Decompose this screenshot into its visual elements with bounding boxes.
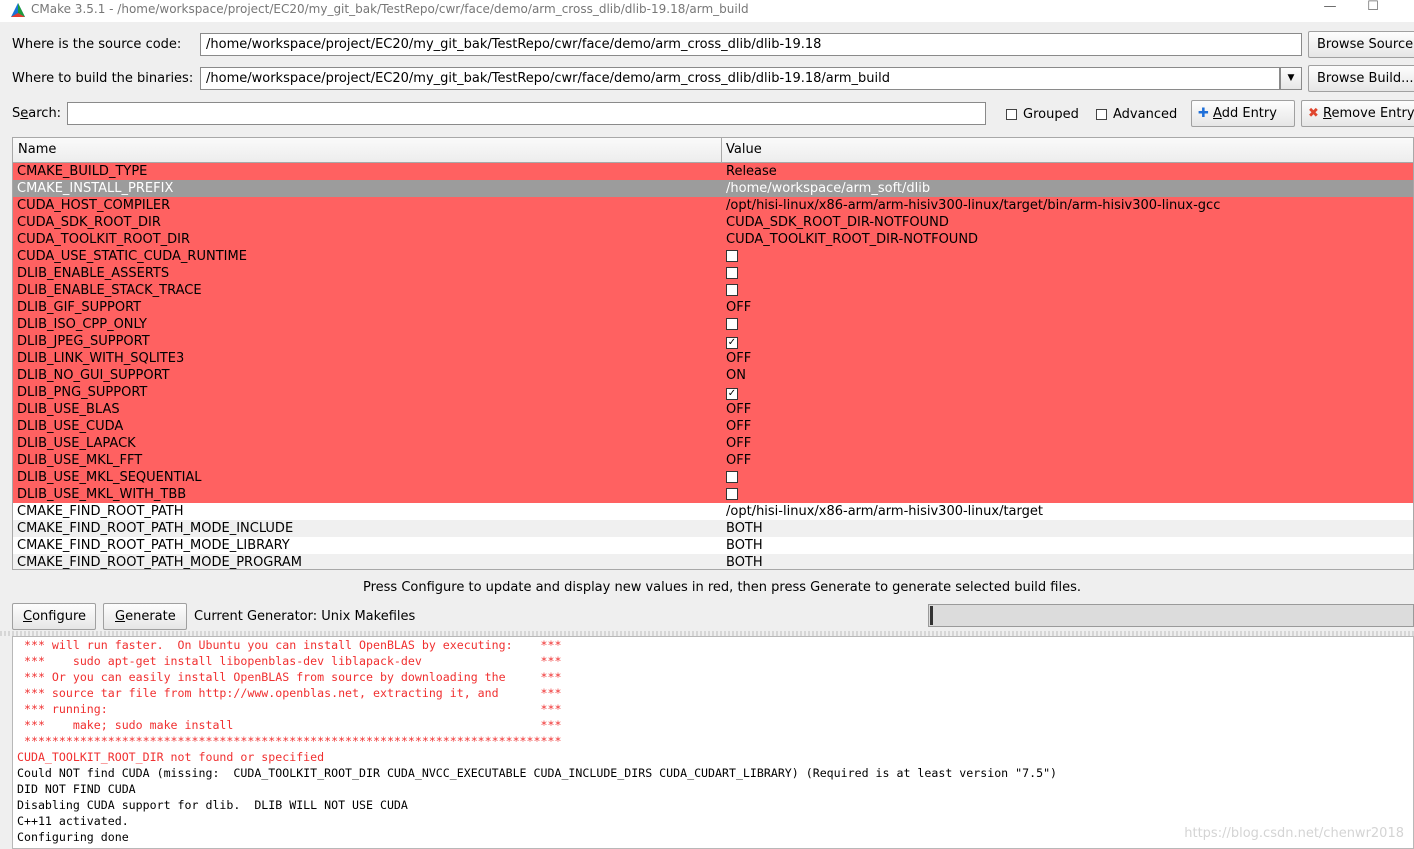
progress-indicator (930, 606, 933, 625)
table-header: Name Value (13, 138, 1413, 163)
log-line: DID NOT FIND CUDA (17, 782, 136, 796)
log-line: *** source tar file from http://www.open… (17, 686, 562, 700)
minimize-button[interactable]: — (1317, 0, 1343, 18)
table-row[interactable]: CMAKE_FIND_ROOT_PATH_MODE_LIBRARY BOTH (13, 537, 1413, 554)
table-row[interactable]: CUDA_HOST_COMPILER/opt/hisi-linux/x86-ar… (13, 197, 1413, 214)
table-row[interactable]: DLIB_JPEG_SUPPORT ✓ (13, 333, 1413, 350)
value-checkbox[interactable] (726, 250, 738, 262)
log-line: *** Or you can easily install OpenBLAS f… (17, 670, 562, 684)
table-row[interactable]: DLIB_LINK_WITH_SQLITE3 OFF (13, 350, 1413, 367)
watermark: https://blog.csdn.net/chenwr2018 (1184, 826, 1404, 841)
value-checkbox[interactable] (726, 267, 738, 279)
value-checkbox-checked[interactable]: ✓ (726, 337, 738, 349)
table-row[interactable]: DLIB_ENABLE_STACK_TRACE (13, 282, 1413, 299)
log-line: *** running: *** (17, 702, 562, 716)
build-path-dropdown-button[interactable]: ▼ (1280, 67, 1302, 90)
column-separator[interactable] (721, 138, 722, 162)
add-entry-button[interactable]: ✚ Add Entry (1191, 100, 1295, 127)
current-generator-label: Current Generator: Unix Makefiles (194, 609, 416, 624)
build-path-field[interactable]: /home/workspace/project/EC20/my_git_bak/… (200, 67, 1280, 90)
plus-icon: ✚ (1198, 106, 1209, 121)
value-checkbox-checked[interactable]: ✓ (726, 388, 738, 400)
table-row[interactable]: DLIB_GIF_SUPPORT OFF (13, 299, 1413, 316)
value-checkbox[interactable] (726, 471, 738, 483)
table-row[interactable]: DLIB_USE_BLAS OFF (13, 401, 1413, 418)
column-header-value[interactable]: Value (726, 142, 762, 157)
table-row[interactable]: DLIB_USE_CUDA OFF (13, 418, 1413, 435)
window-title: CMake 3.5.1 - /home/workspace/project/EC… (31, 2, 749, 16)
configure-hint-text: Press Configure to update and display ne… (362, 580, 1082, 595)
search-input[interactable] (67, 102, 986, 125)
remove-x-icon: ✖ (1308, 106, 1319, 121)
search-label: Search: (12, 106, 62, 121)
value-checkbox[interactable] (726, 318, 738, 330)
browse-build-button[interactable]: Browse Build... (1308, 65, 1414, 92)
source-path-field[interactable]: /home/workspace/project/EC20/my_git_bak/… (200, 33, 1302, 56)
source-label: Where is the source code: (12, 37, 182, 52)
column-header-name[interactable]: Name (18, 142, 56, 157)
table-row[interactable]: DLIB_ENABLE_ASSERTS (13, 265, 1413, 282)
generate-button[interactable]: Generate (103, 603, 187, 630)
log-line: *** will run faster. On Ubuntu you can i… (17, 638, 562, 652)
table-row[interactable]: CMAKE_FIND_ROOT_PATH_MODE_PROGRAM BOTH (13, 554, 1413, 569)
table-row[interactable]: DLIB_ISO_CPP_ONLY (13, 316, 1413, 333)
log-line: *** sudo apt-get install libopenblas-dev… (17, 654, 562, 668)
table-row[interactable]: DLIB_USE_MKL_WITH_TBB (13, 486, 1413, 503)
chevron-down-icon: ▼ (1287, 73, 1295, 83)
table-row[interactable]: CUDA_SDK_ROOT_DIR CUDA_SDK_ROOT_DIR-NOTFO… (13, 214, 1413, 231)
log-line: *** make; sudo make install *** (17, 718, 562, 732)
table-row[interactable]: CUDA_TOOLKIT_ROOT_DIR CUDA_TOOLKIT_ROOT_D… (13, 231, 1413, 248)
log-line: Disabling CUDA support for dlib. DLIB WI… (17, 798, 408, 812)
log-line: Could NOT find CUDA (missing: CUDA_TOOLK… (17, 766, 1058, 780)
table-row[interactable]: CMAKE_FIND_ROOT_PATH/opt/hisi-linux/x86-… (13, 503, 1413, 520)
remove-entry-button[interactable]: ✖ Remove Entry (1301, 100, 1414, 127)
log-line: CUDA_TOOLKIT_ROOT_DIR not found or speci… (17, 750, 325, 764)
output-log[interactable]: *** will run faster. On Ubuntu you can i… (12, 636, 1414, 849)
table-row[interactable]: DLIB_PNG_SUPPORT ✓ (13, 384, 1413, 401)
table-row[interactable]: DLIB_USE_LAPACK OFF (13, 435, 1413, 452)
title-bar: CMake 3.5.1 - /home/workspace/project/EC… (0, 0, 1414, 22)
grouped-checkbox-box[interactable] (1006, 109, 1017, 120)
table-row[interactable]: CUDA_USE_STATIC_CUDA_RUNTIME (13, 248, 1413, 265)
table-row[interactable]: CMAKE_BUILD_TYPE Release (13, 163, 1413, 180)
value-checkbox[interactable] (726, 488, 738, 500)
log-line: ****************************************… (17, 734, 562, 748)
progress-bar (928, 604, 1414, 627)
value-checkbox[interactable] (726, 284, 738, 296)
build-label: Where to build the binaries: (12, 71, 194, 86)
configure-button[interactable]: Configure (12, 603, 96, 630)
table-row[interactable]: DLIB_NO_GUI_SUPPORT ON (13, 367, 1413, 384)
advanced-checkbox-box[interactable] (1096, 109, 1107, 120)
table-row[interactable]: CMAKE_INSTALL_PREFIX/home/workspace/arm_… (13, 180, 1413, 197)
advanced-checkbox[interactable]: Advanced (1096, 107, 1177, 122)
table-row[interactable]: CMAKE_FIND_ROOT_PATH_MODE_INCLUDE BOTH (13, 520, 1413, 537)
browse-source-button[interactable]: Browse Source... (1308, 31, 1414, 58)
table-row[interactable]: DLIB_USE_MKL_FFT OFF (13, 452, 1413, 469)
grouped-checkbox[interactable]: Grouped (1006, 107, 1079, 122)
cmake-logo-icon (11, 3, 25, 17)
maximize-button[interactable]: ☐ (1360, 0, 1386, 18)
cache-table[interactable]: Name Value CMAKE_BUILD_TYPE Release CMAKE… (12, 137, 1414, 570)
table-row[interactable]: DLIB_USE_MKL_SEQUENTIAL (13, 469, 1413, 486)
